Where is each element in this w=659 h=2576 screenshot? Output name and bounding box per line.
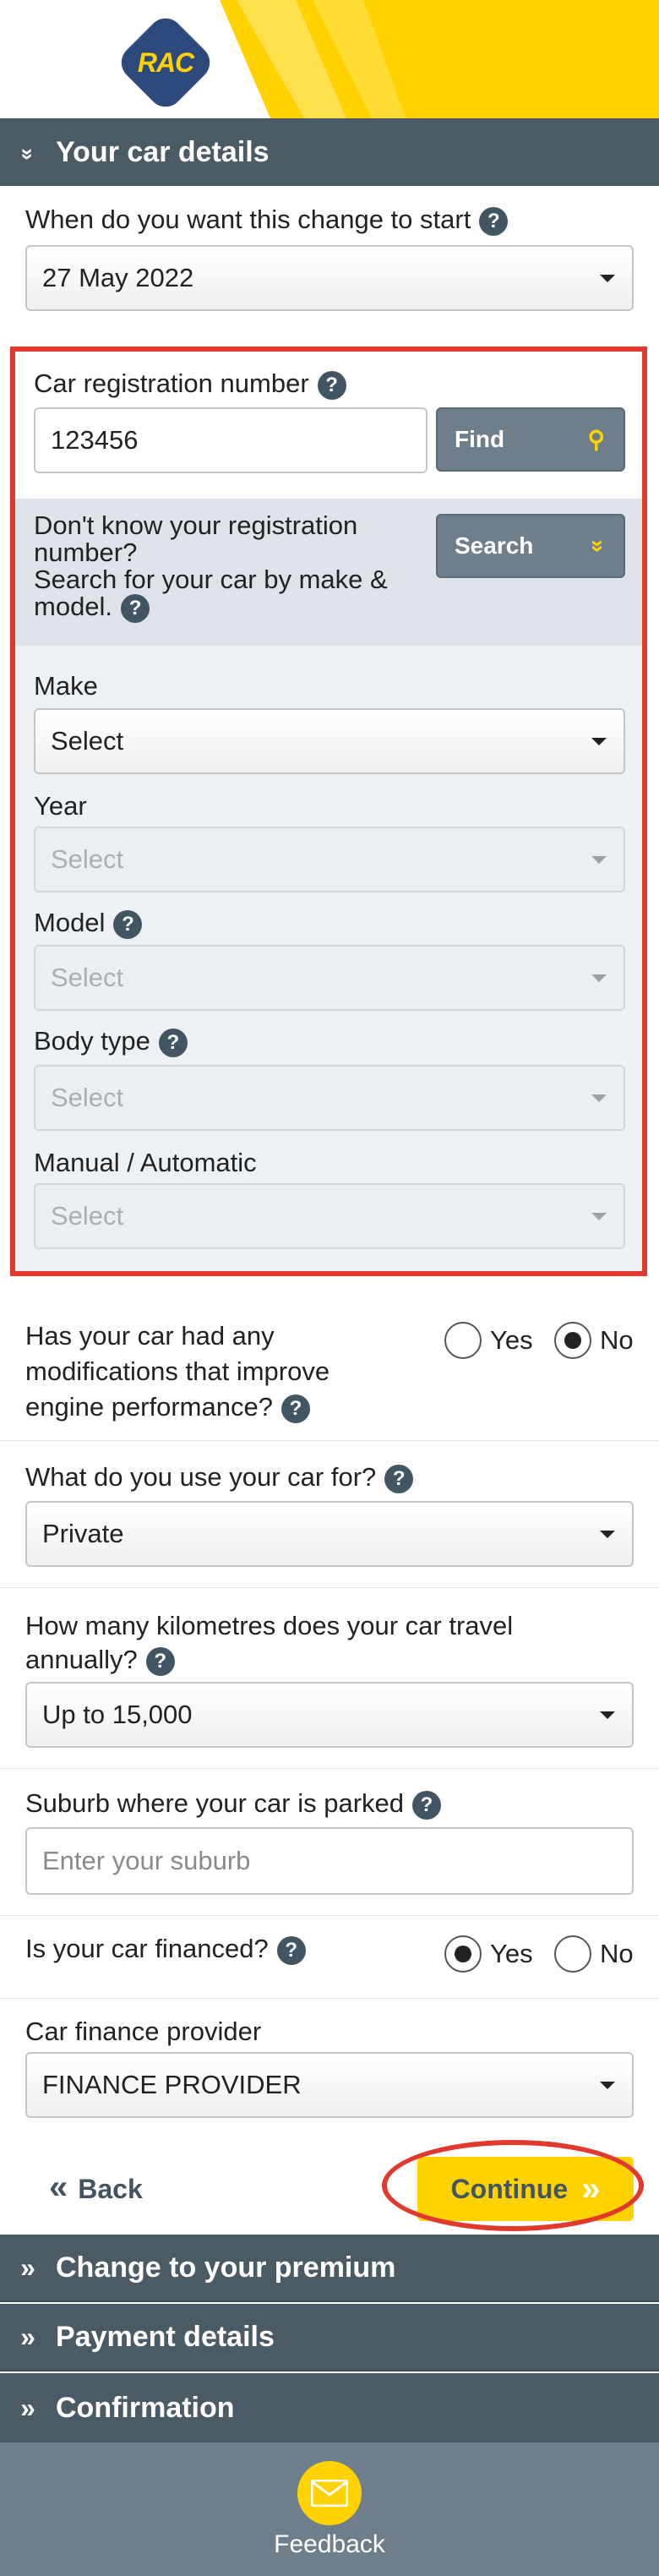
finance-provider-select[interactable]: FINANCE PROVIDER [25,2052,634,2118]
footer: Feedback [0,2442,659,2576]
modifications-no-radio[interactable]: No [554,1322,634,1359]
caret-down-icon [600,1531,615,1538]
modifications-label: Has your car had any modifications that … [25,1321,330,1423]
feedback-label[interactable]: Feedback [0,2530,659,2559]
financed-label: Is your car financed?? [25,1934,306,1965]
help-icon[interactable]: ? [384,1464,414,1493]
start-date-select[interactable]: 27 May 2022 [25,245,634,311]
section-change-to-premium[interactable]: » Change to your premium [0,2235,659,2302]
selected-dot [564,1332,581,1349]
caret-down-icon [600,2082,615,2089]
chevron-down-icon: » [15,147,41,161]
highlight-box [10,347,647,1276]
divider [0,1587,659,1588]
section-title: Your car details [56,135,270,168]
section-your-car-details[interactable]: » Your car details [0,118,659,186]
divider [0,1768,659,1769]
selected-dot [455,1946,471,1962]
header-yellow-banner [220,0,659,118]
chevron-right-icon: » [20,2321,35,2352]
financed-no-radio[interactable]: No [554,1935,634,1973]
rac-logo[interactable]: RAC [112,11,220,114]
divider [0,1998,659,1999]
suburb-input[interactable]: Enter your suburb [25,1827,634,1895]
divider [0,1440,659,1441]
kilometres-label: How many kilometres does your car travel… [25,1611,514,1676]
section-payment-details[interactable]: » Payment details [0,2304,659,2371]
chevron-left-icon: « [49,2169,68,2206]
financed-yes-radio[interactable]: Yes [444,1935,533,1973]
start-date-label: When do you want this change to start? [25,205,509,236]
suburb-label: Suburb where your car is parked? [25,1788,442,1820]
caret-down-icon [600,275,615,282]
finance-provider-label: Car finance provider [25,2017,262,2046]
header: RAC [0,0,659,118]
modifications-yes-radio[interactable]: Yes [444,1322,533,1359]
help-icon[interactable]: ? [479,206,509,236]
usage-label: What do you use your car for?? [25,1462,414,1493]
help-icon[interactable]: ? [412,1790,442,1820]
continue-highlight-ellipse [382,2140,644,2231]
chevron-right-icon: » [20,2251,35,2283]
help-icon[interactable]: ? [276,1935,306,1965]
section-confirmation[interactable]: » Confirmation [0,2373,659,2442]
kilometres-select[interactable]: Up to 15,000 [25,1682,634,1748]
feedback-envelope-icon[interactable] [297,2461,362,2525]
back-button[interactable]: «Back [49,2169,143,2207]
help-icon[interactable]: ? [145,1646,175,1676]
usage-select[interactable]: Private [25,1501,634,1567]
help-icon[interactable]: ? [280,1394,310,1423]
chevron-right-icon: » [20,2392,35,2423]
divider [0,1915,659,1916]
caret-down-icon [600,1711,615,1719]
